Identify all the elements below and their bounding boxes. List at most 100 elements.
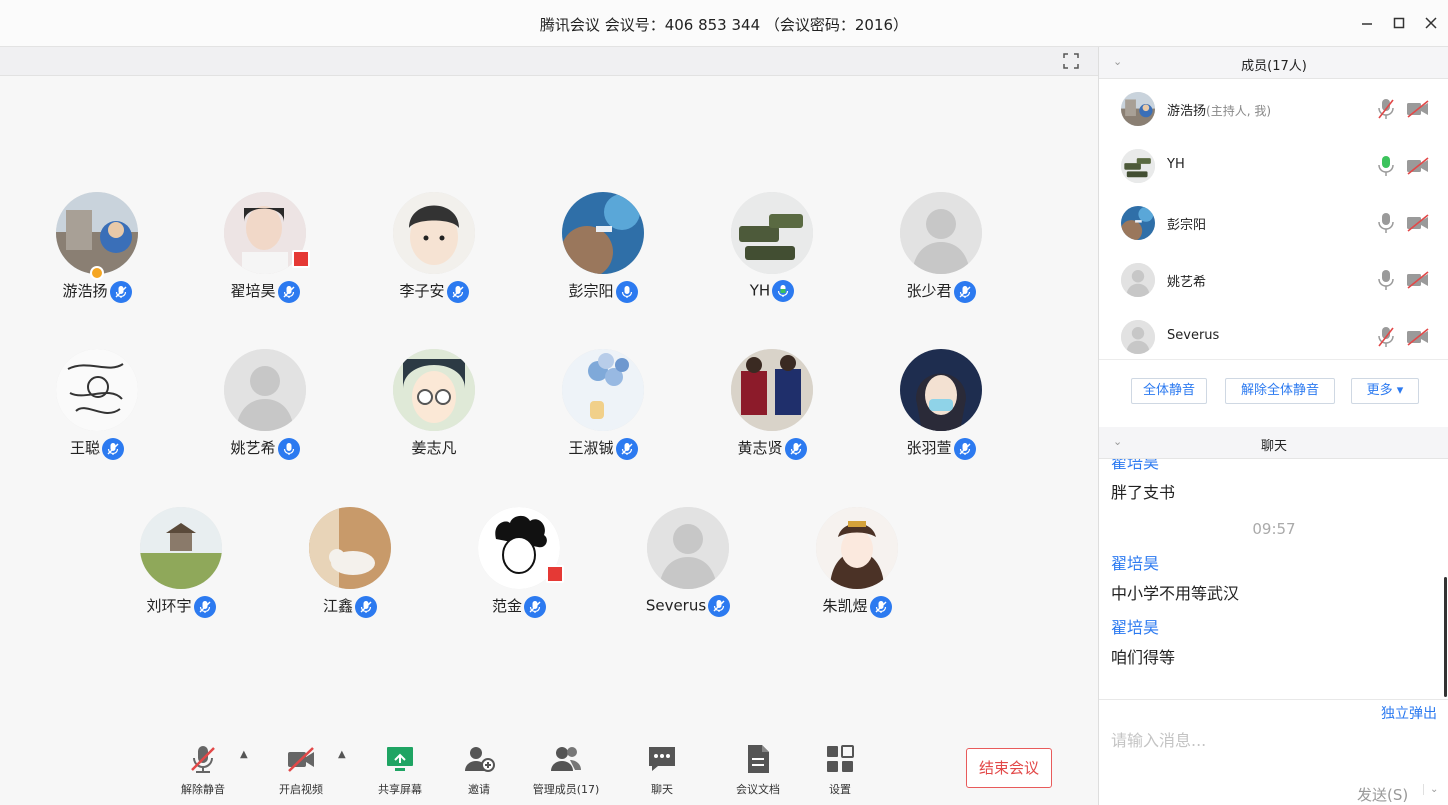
participant-name: YH (749, 281, 771, 300)
mic-muted-icon[interactable] (1377, 326, 1395, 348)
title-bar: 腾讯会议 会议号：406 853 344 （会议密码：2016） (0, 0, 1448, 47)
mute-all-button[interactable]: 全体静音 (1131, 378, 1207, 404)
unmute-button[interactable]: 解除静音 (163, 743, 243, 803)
member-row[interactable]: 游浩扬(主持人, 我) (1099, 80, 1448, 137)
avatar (900, 349, 982, 431)
camera-off-icon[interactable] (1406, 271, 1430, 289)
invite-button[interactable]: 邀请 (439, 743, 519, 803)
avatar (900, 192, 982, 274)
mic-muted-icon (524, 595, 546, 618)
participant-name: 刘环宇 (146, 597, 192, 615)
send-options-icon[interactable]: ⌄ (1423, 784, 1443, 795)
participant-name-row: 范金 (444, 595, 594, 618)
participant-name-row: 彭宗阳 (528, 280, 678, 303)
members-header[interactable]: ⌄ 成员(17人) (1099, 47, 1448, 79)
window-title: 腾讯会议 会议号：406 853 344 （会议密码：2016） (539, 16, 909, 34)
chat-scrollbar[interactable] (1444, 577, 1447, 697)
participant-tile[interactable]: 朱凯煜 (782, 507, 932, 647)
mic-muted-icon (446, 280, 469, 303)
mic-muted-icon[interactable] (1377, 98, 1395, 120)
avatar (224, 349, 306, 431)
member-row[interactable]: Severus (1099, 308, 1448, 365)
participant-tile[interactable]: 游浩扬 (22, 192, 172, 332)
avatar (731, 192, 813, 274)
participant-tile[interactable]: 张羽萱 (866, 349, 1016, 489)
participant-name: 姚艺希 (230, 439, 276, 457)
camera-off-icon[interactable] (1406, 157, 1430, 175)
video-options-caret[interactable]: ▲ (338, 749, 346, 760)
end-meeting-button[interactable]: 结束会议 (966, 748, 1052, 788)
chat-messages: 翟培昊 胖了支书 09:57 翟培昊 中小学不用等武汉 翟培昊 咱们得等 (1099, 459, 1448, 699)
participant-tile[interactable]: 翟培昊 (190, 192, 340, 332)
participant-tile[interactable]: 李子安 (359, 192, 509, 332)
add-person-icon (465, 747, 495, 772)
participant-tile[interactable]: YH (697, 192, 847, 332)
meeting-docs-button[interactable]: 会议文档 (718, 743, 798, 803)
unmute-label: 解除静音 (181, 783, 225, 796)
participant-tile[interactable]: 姜志凡 (359, 349, 509, 489)
participant-name: 朱凯煜 (822, 597, 868, 615)
mic-icon[interactable] (1377, 212, 1395, 234)
mic-icon (772, 280, 795, 302)
participant-tile[interactable]: 刘环宇 (106, 507, 256, 647)
camera-off-icon[interactable] (1406, 214, 1430, 232)
participant-tile[interactable]: Severus (613, 507, 763, 647)
mic-icon[interactable] (1377, 155, 1395, 177)
mic-icon[interactable] (1377, 269, 1395, 291)
chat-button[interactable]: 聊天 (622, 743, 702, 803)
chat-header[interactable]: ⌄ 聊天 (1099, 427, 1448, 459)
maximize-icon[interactable] (1386, 10, 1412, 36)
meeting-toolbar: 解除静音 ▲ 开启视频 ▲ 共享屏幕 邀请 管理成员(17) 聊天 会议文档 设… (0, 735, 1098, 805)
participant-name-row: 黄志贤 (697, 437, 847, 460)
document-icon (748, 745, 769, 773)
close-icon[interactable] (1418, 10, 1444, 36)
chat-input[interactable] (1111, 726, 1437, 754)
settings-button[interactable]: 设置 (800, 743, 880, 803)
fullscreen-icon[interactable] (1062, 52, 1080, 70)
member-row[interactable]: YH (1099, 137, 1448, 194)
chat-compose: 独立弹出 发送(S) ⌄ (1099, 699, 1448, 805)
member-name: 彭宗阳 (1167, 218, 1207, 233)
manage-members-button[interactable]: 管理成员(17) (526, 743, 606, 803)
member-row[interactable]: 彭宗阳 (1099, 194, 1448, 251)
participant-tile[interactable]: 范金 (444, 507, 594, 647)
participant-name-row: 姚艺希 (190, 437, 340, 460)
avatar (731, 349, 813, 431)
start-video-button[interactable]: 开启视频 (261, 743, 341, 803)
member-row[interactable]: 姚艺希 (1099, 251, 1448, 308)
mic-muted-icon (615, 437, 638, 460)
camera-off-icon[interactable] (1406, 328, 1430, 346)
avatar (1121, 92, 1155, 126)
minimize-icon[interactable] (1354, 10, 1380, 36)
mic-muted-icon (708, 595, 731, 617)
popout-link[interactable]: 独立弹出 (1381, 703, 1437, 723)
sidebar: ⌄ 成员(17人) 游浩扬(主持人, 我) YH 彭宗阳姚艺希 Severus 全体静… (1098, 47, 1448, 805)
flag-badge-icon (292, 250, 310, 268)
share-screen-button[interactable]: 共享屏幕 (360, 743, 440, 803)
participant-tile[interactable]: 江鑫 (275, 507, 425, 647)
gallery-toolbar (0, 47, 1098, 76)
avatar (647, 507, 729, 589)
participant-tile[interactable]: 彭宗阳 (528, 192, 678, 332)
participant-tile[interactable]: 张少君 (866, 192, 1016, 332)
camera-off-icon[interactable] (1406, 100, 1430, 118)
participant-tile[interactable]: 黄志贤 (697, 349, 847, 489)
send-button[interactable]: 发送(S) (1357, 784, 1408, 805)
participant-name: 范金 (491, 597, 522, 615)
more-button[interactable]: 更多 ▾ (1351, 378, 1419, 404)
avatar (393, 349, 475, 431)
participant-name: Severus (645, 596, 707, 615)
unmute-all-button[interactable]: 解除全体静音 (1225, 378, 1335, 404)
chat-sender: 翟培昊 (1111, 459, 1160, 472)
participant-tile[interactable]: 王淑铖 (528, 349, 678, 489)
participant-name-row: YH (697, 280, 847, 302)
chat-message: 中小学不用等武汉 (1111, 584, 1240, 603)
mic-muted-icon (277, 280, 300, 303)
member-name: Severus (1167, 328, 1220, 343)
chat-sender: 翟培昊 (1111, 554, 1160, 573)
start-video-label: 开启视频 (279, 783, 323, 796)
participant-tile[interactable]: 姚艺希 (190, 349, 340, 489)
audio-options-caret[interactable]: ▲ (240, 749, 248, 760)
participant-tile[interactable]: 王聪 (22, 349, 172, 489)
member-name: 姚艺希 (1167, 275, 1207, 290)
